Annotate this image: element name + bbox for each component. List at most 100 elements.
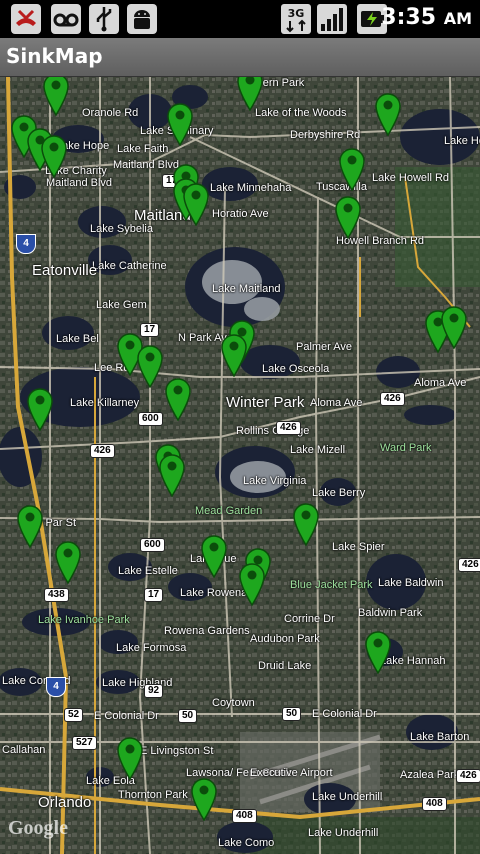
map-label: Aloma Ave	[414, 377, 467, 389]
road-shield: 17	[144, 588, 164, 602]
road-shield: 426	[456, 769, 480, 783]
network-3g-icon: 3G	[281, 4, 311, 34]
map-label: Lake Como	[218, 837, 275, 849]
map-label: Maitland Blvd	[113, 159, 180, 171]
road-shield: 408	[422, 797, 447, 811]
map-label: Lake Faith	[117, 143, 169, 155]
map-label: Rowena Gardens	[164, 625, 250, 637]
sinkhole-marker-icon[interactable]	[158, 453, 186, 497]
map-label: Lake Sybelia	[90, 223, 153, 235]
sinkhole-marker-icon[interactable]	[42, 77, 70, 116]
map-label: Lake Killarney	[70, 397, 140, 409]
sinkhole-marker-icon[interactable]	[164, 377, 192, 421]
map-label: Lake Virginia	[243, 475, 307, 487]
map-label: E Colonial Dr	[94, 710, 159, 722]
sinkhole-marker-icon[interactable]	[338, 147, 366, 191]
google-watermark: Google	[8, 817, 68, 839]
sinkhole-marker-icon[interactable]	[440, 305, 468, 349]
map-label: Executive Airport	[250, 767, 333, 779]
map-label: Lake Osceola	[262, 363, 330, 375]
map-label: E Colonial Dr	[312, 708, 377, 720]
road-shield: 438	[44, 588, 69, 602]
sinkhole-marker-icon[interactable]	[166, 102, 194, 146]
map-label: Palmer Ave	[296, 341, 353, 353]
map-label: Lake Ivanhoe Park	[38, 614, 130, 626]
map-label: Mead Garden	[195, 505, 263, 517]
map-label: Oranole Rd	[82, 107, 139, 119]
map-label: Lake Formosa	[116, 642, 187, 654]
map-label: Lake Ho	[444, 135, 480, 147]
sinkhole-marker-icon[interactable]	[182, 182, 210, 226]
road-shield: 600	[138, 412, 163, 426]
app-title: SinkMap	[6, 44, 103, 68]
road-shield: 50	[178, 709, 198, 723]
map-label: Baldwin Park	[358, 607, 423, 619]
map-label: Lake Mizell	[290, 444, 346, 456]
map-label: Lake Spier	[332, 541, 385, 553]
road-shield: 52	[64, 708, 84, 722]
map-label: Lake Underhill	[308, 827, 379, 839]
road-shield: 50	[282, 707, 302, 721]
clock: 3:35 AM	[381, 5, 472, 30]
road-shield: 92	[144, 684, 164, 698]
sinkhole-marker-icon[interactable]	[220, 333, 248, 377]
road-shield: 527	[72, 736, 97, 750]
map-label: Ward Park	[380, 442, 432, 454]
android-debug-icon[interactable]	[126, 3, 158, 35]
map-label: Thornton Park	[118, 789, 188, 801]
road-shield: 426	[458, 558, 480, 572]
sinkhole-marker-icon[interactable]	[238, 562, 266, 606]
map-label: Lake Gem	[96, 299, 147, 311]
clock-ampm: AM	[443, 9, 472, 28]
missed-call-icon[interactable]	[10, 3, 42, 35]
sinkhole-marker-icon[interactable]	[54, 540, 82, 584]
sinkhole-marker-icon[interactable]	[136, 344, 164, 388]
map-label: Lake Bel	[56, 333, 99, 345]
sinkhole-marker-icon[interactable]	[334, 195, 362, 239]
map-label: Callahan	[2, 744, 46, 756]
map-label: Lake of the Woods	[255, 107, 347, 119]
voicemail-icon[interactable]	[50, 3, 82, 35]
sinkhole-marker-icon[interactable]	[116, 736, 144, 780]
map-label: Derbyshire Rd	[290, 129, 361, 141]
map-label: Lake Minnehaha	[210, 182, 292, 194]
map-label: Horatio Ave	[212, 208, 269, 220]
sinkhole-marker-icon[interactable]	[16, 504, 44, 548]
road-shield: 426	[276, 421, 301, 435]
sinkhole-marker-icon[interactable]	[40, 134, 68, 178]
interstate-shield: 4	[16, 234, 36, 254]
sinkhole-marker-icon[interactable]	[190, 777, 218, 821]
status-bar: 3G 3:35 AM	[0, 0, 480, 38]
sinkhole-marker-icon[interactable]	[26, 387, 54, 431]
interstate-shield: 4	[46, 677, 66, 697]
map-label: Orlando	[38, 794, 92, 811]
map-label: Eatonville	[32, 262, 98, 279]
map-label: Lake Catherine	[92, 260, 167, 272]
map-label: Coytown	[212, 697, 255, 709]
road-shield: 408	[232, 809, 257, 823]
map-label: Azalea Park	[400, 769, 460, 781]
map-label: Winter Park	[226, 394, 305, 411]
svg-text:3G: 3G	[288, 7, 305, 20]
map-label: Lake Maitland	[212, 283, 281, 295]
sinkhole-marker-icon[interactable]	[292, 502, 320, 546]
map-label: Blue Jacket Park	[290, 579, 373, 591]
sinkhole-marker-icon[interactable]	[236, 77, 264, 111]
map-view[interactable]: Fern Park Oranole Rd Lake Seminary Lake of …	[0, 77, 480, 854]
usb-icon[interactable]	[88, 3, 120, 35]
map-label: Lake Berry	[312, 487, 366, 499]
clock-time: 3:35	[381, 5, 437, 30]
sinkhole-marker-icon[interactable]	[200, 534, 228, 578]
road-shield: 426	[90, 444, 115, 458]
sinkhole-marker-icon[interactable]	[364, 630, 392, 674]
title-bar: SinkMap	[0, 38, 480, 77]
road-shield: 426	[380, 392, 405, 406]
map-label: Audubon Park	[250, 633, 320, 645]
map-label: Corrine Dr	[284, 613, 335, 625]
map-label: Aloma Ave	[310, 397, 363, 409]
map-label: Lake Underhill	[312, 791, 383, 803]
map-label: E Livingston St	[140, 745, 214, 757]
road-shield: 600	[140, 538, 165, 552]
sinkhole-marker-icon[interactable]	[374, 92, 402, 136]
map-label: Lake Howell Rd	[372, 172, 450, 184]
